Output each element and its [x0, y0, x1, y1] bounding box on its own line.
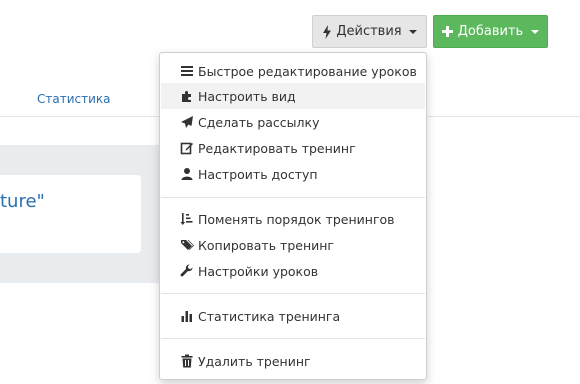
menu-item-label: Редактировать тренинг — [198, 140, 356, 156]
menu-item-customize-view[interactable]: Настроить вид — [161, 83, 425, 109]
menu-item-configure-access[interactable]: Настроить доступ — [161, 161, 425, 187]
menu-item-label: Удалить тренинг — [198, 353, 311, 369]
menu-item-send-mailing[interactable]: Сделать рассылку — [161, 109, 425, 135]
tags-icon — [181, 240, 194, 250]
user-icon — [181, 168, 193, 180]
menu-item-label: Сделать рассылку — [198, 114, 320, 130]
menu-item-lesson-settings[interactable]: Настройки уроков — [161, 258, 425, 284]
list-icon — [181, 66, 193, 76]
actions-button-label: Действия — [336, 24, 402, 39]
send-icon — [181, 116, 193, 128]
caret-down-icon — [408, 29, 417, 34]
bar-chart-icon — [181, 311, 192, 322]
menu-divider — [161, 293, 425, 294]
menu-item-label: Поменять порядок тренингов — [198, 211, 395, 227]
wrench-icon — [180, 264, 193, 277]
menu-divider — [161, 338, 425, 339]
training-card[interactable] — [0, 175, 141, 253]
bolt-icon — [323, 24, 332, 39]
caret-down-icon — [531, 29, 540, 34]
edit-icon — [180, 142, 193, 155]
add-button[interactable]: Добавить — [433, 15, 548, 48]
menu-divider — [161, 197, 425, 198]
training-card-title[interactable]: ture" — [0, 191, 45, 212]
add-button-label: Добавить — [457, 24, 524, 39]
menu-item-copy-training[interactable]: Копировать тренинг — [161, 232, 425, 258]
menu-item-label: Настроить доступ — [198, 166, 318, 182]
menu-item-delete-training[interactable]: Удалить тренинг — [161, 348, 425, 374]
menu-item-edit-training[interactable]: Редактировать тренинг — [161, 135, 425, 161]
menu-item-label: Настроить вид — [198, 88, 296, 104]
menu-item-quick-edit-lessons[interactable]: Быстрое редактирование уроков — [161, 58, 425, 84]
sort-icon — [180, 213, 193, 225]
menu-item-label: Статистика тренинга — [198, 308, 341, 324]
tab-statistics[interactable]: Статистика — [37, 92, 111, 106]
page: Статистика ture" Действия Добавить Быстр… — [0, 0, 580, 384]
trash-icon — [181, 354, 193, 368]
menu-item-reorder-trainings[interactable]: Поменять порядок тренингов — [161, 206, 425, 232]
actions-button[interactable]: Действия — [312, 15, 427, 48]
puzzle-icon — [182, 91, 191, 102]
plus-icon — [441, 26, 453, 37]
actions-dropdown-menu: Быстрое редактирование уроков Настроить … — [159, 52, 427, 380]
menu-item-training-statistics[interactable]: Статистика тренинга — [161, 303, 425, 329]
menu-item-label: Копировать тренинг — [198, 237, 334, 253]
menu-item-label: Быстрое редактирование уроков — [198, 63, 417, 79]
menu-item-label: Настройки уроков — [198, 263, 319, 279]
